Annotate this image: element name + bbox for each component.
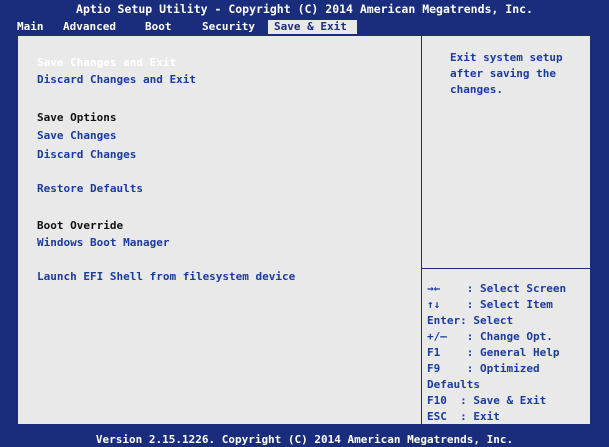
tab-advanced[interactable]: Advanced [63,20,116,34]
tab-boot[interactable]: Boot [145,20,172,34]
key-enter-select: Enter: Select [427,314,514,327]
save-changes-and-exit-item[interactable]: Save Changes and Exit [37,56,176,69]
tab-save-exit[interactable]: Save & Exit [268,20,357,34]
help-text: Exit system setup after saving the chang… [450,51,563,96]
restore-defaults-item[interactable]: Restore Defaults [37,182,143,195]
menu-area: Save Changes and Exit Discard Changes an… [18,36,420,424]
discard-changes-item[interactable]: Discard Changes [37,148,136,161]
tab-bar: Main Advanced Boot Security Save & Exit [0,20,609,34]
key-save-exit: F10 : Save & Exit [427,394,547,407]
key-defaults: Defaults [427,378,480,391]
window-title: Aptio Setup Utility - Copyright (C) 2014… [76,2,533,16]
main-panel: Save Changes and Exit Discard Changes an… [17,35,591,425]
discard-changes-and-exit-item[interactable]: Discard Changes and Exit [37,73,196,86]
windows-boot-manager-item[interactable]: Windows Boot Manager [37,236,169,249]
save-changes-item[interactable]: Save Changes [37,129,116,142]
help-divider [422,268,590,269]
version-footer: Version 2.15.1226. Copyright (C) 2014 Am… [95,433,514,446]
key-exit: ESC : Exit [427,410,500,423]
key-optimized: F9 : Optimized [427,362,540,375]
key-general-help: F1 : General Help [427,346,560,359]
key-select-screen: →← : Select Screen [427,282,567,295]
boot-override-header: Boot Override [37,219,124,232]
key-select-item: ↑↓ : Select Item [427,298,553,311]
help-panel: Exit system setup after saving the chang… [421,36,590,424]
save-options-header: Save Options [37,111,117,124]
key-change-opt: +/— : Change Opt. [427,330,553,343]
launch-efi-shell-item[interactable]: Launch EFI Shell from filesystem device [37,270,295,283]
tab-security[interactable]: Security [202,20,255,34]
tab-main[interactable]: Main [17,20,44,34]
